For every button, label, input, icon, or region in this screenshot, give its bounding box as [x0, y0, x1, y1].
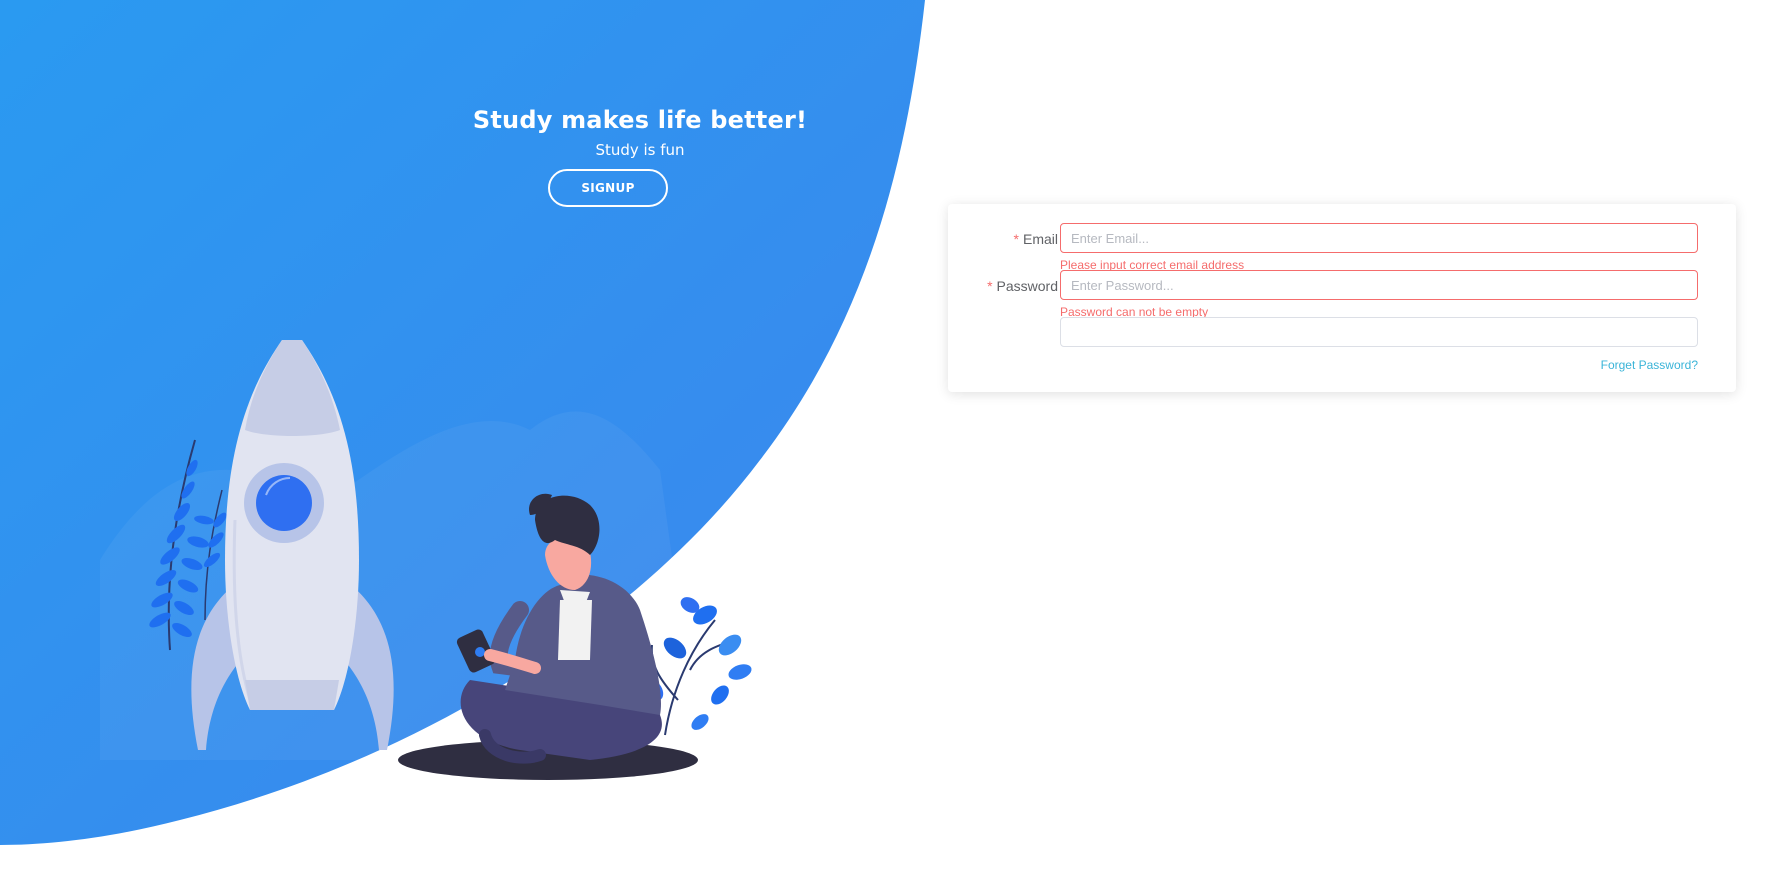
- background-illustration: [0, 0, 925, 845]
- password-required-mark: *: [987, 278, 993, 294]
- password-label: * Password: [948, 271, 1058, 301]
- email-label-text: Email: [1022, 231, 1058, 247]
- password-label-text: Password: [996, 278, 1058, 294]
- hero-subtitle: Study is fun: [595, 141, 685, 159]
- login-form: *Email Please input correct email addres…: [948, 204, 1736, 392]
- password-input[interactable]: [1060, 270, 1698, 300]
- extra-input[interactable]: [1060, 317, 1698, 347]
- login-page: Study makes life better! Study is fun SI…: [0, 0, 1788, 872]
- hero-section: Study makes life better! Study is fun: [440, 104, 840, 160]
- email-required-mark: *: [1013, 231, 1019, 247]
- hero-title: Study makes life better!: [472, 106, 808, 134]
- email-input[interactable]: [1060, 223, 1698, 253]
- email-label: * Email: [948, 224, 1058, 254]
- forget-password-link[interactable]: Forget Password?: [1601, 358, 1698, 372]
- signup-button[interactable]: SIGNUP: [548, 169, 668, 207]
